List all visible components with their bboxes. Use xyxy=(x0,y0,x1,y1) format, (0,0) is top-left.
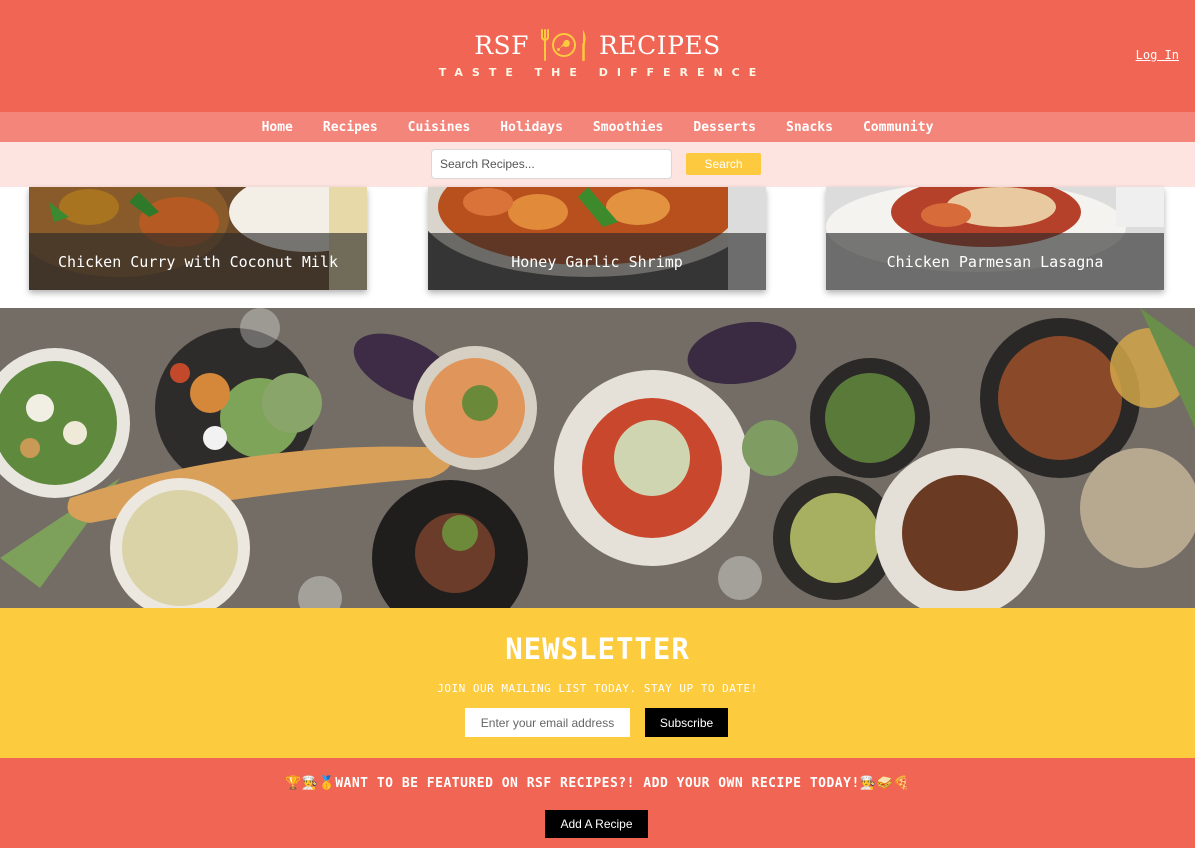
recipe-card-title: Chicken Parmesan Lasagna xyxy=(886,252,1104,271)
search-input[interactable] xyxy=(431,149,672,179)
food-table-illustration xyxy=(0,308,1195,608)
feature-cta-text: 🏆👨‍🍳🥇WANT TO BE FEATURED ON RSF RECIPES?… xyxy=(285,776,910,791)
nav-item-smoothies[interactable]: Smoothies xyxy=(593,120,663,135)
nav-item-recipes[interactable]: Recipes xyxy=(323,120,378,135)
main-nav: Home Recipes Cuisines Holidays Smoothies… xyxy=(0,112,1195,142)
logo-text-left: RSF xyxy=(474,30,529,60)
nav-item-snacks[interactable]: Snacks xyxy=(786,120,833,135)
site-logo[interactable]: RSF RECIPES TASTE THE DIFFERENCE xyxy=(0,28,1195,79)
food-banner-image xyxy=(0,308,1195,608)
nav-item-holidays[interactable]: Holidays xyxy=(500,120,563,135)
recipe-card-row: Chicken Curry with Coconut Milk Honey Ga… xyxy=(0,187,1195,308)
search-button[interactable]: Search xyxy=(686,153,761,175)
recipe-card[interactable]: Honey Garlic Shrimp xyxy=(428,187,766,290)
feature-cta-section: 🏆👨‍🍳🥇WANT TO BE FEATURED ON RSF RECIPES?… xyxy=(0,758,1195,848)
fork-chicken-knife-icon xyxy=(541,29,586,62)
nav-item-cuisines[interactable]: Cuisines xyxy=(408,120,471,135)
logo-text-right: RECIPES xyxy=(599,30,721,60)
newsletter-email-input[interactable] xyxy=(465,708,630,737)
logo-tagline: TASTE THE DIFFERENCE xyxy=(438,66,766,79)
recipe-card[interactable]: Chicken Curry with Coconut Milk xyxy=(29,187,367,290)
recipe-card-title: Chicken Curry with Coconut Milk xyxy=(58,252,338,271)
site-header: RSF RECIPES TASTE THE DIFFERENCE Log In xyxy=(0,0,1195,112)
newsletter-title: NEWSLETTER xyxy=(505,632,690,666)
recipe-card[interactable]: Chicken Parmesan Lasagna xyxy=(826,187,1164,290)
add-recipe-button[interactable]: Add A Recipe xyxy=(545,810,648,838)
subscribe-button[interactable]: Subscribe xyxy=(645,708,728,737)
nav-item-community[interactable]: Community xyxy=(863,120,933,135)
nav-item-desserts[interactable]: Desserts xyxy=(693,120,756,135)
nav-item-home[interactable]: Home xyxy=(262,120,293,135)
newsletter-subtitle: JOIN OUR MAILING LIST TODAY. STAY UP TO … xyxy=(437,682,758,695)
recipe-card-title: Honey Garlic Shrimp xyxy=(511,252,683,271)
newsletter-section: NEWSLETTER JOIN OUR MAILING LIST TODAY. … xyxy=(0,608,1195,758)
login-link[interactable]: Log In xyxy=(1136,48,1179,62)
search-bar: Search xyxy=(0,142,1195,187)
